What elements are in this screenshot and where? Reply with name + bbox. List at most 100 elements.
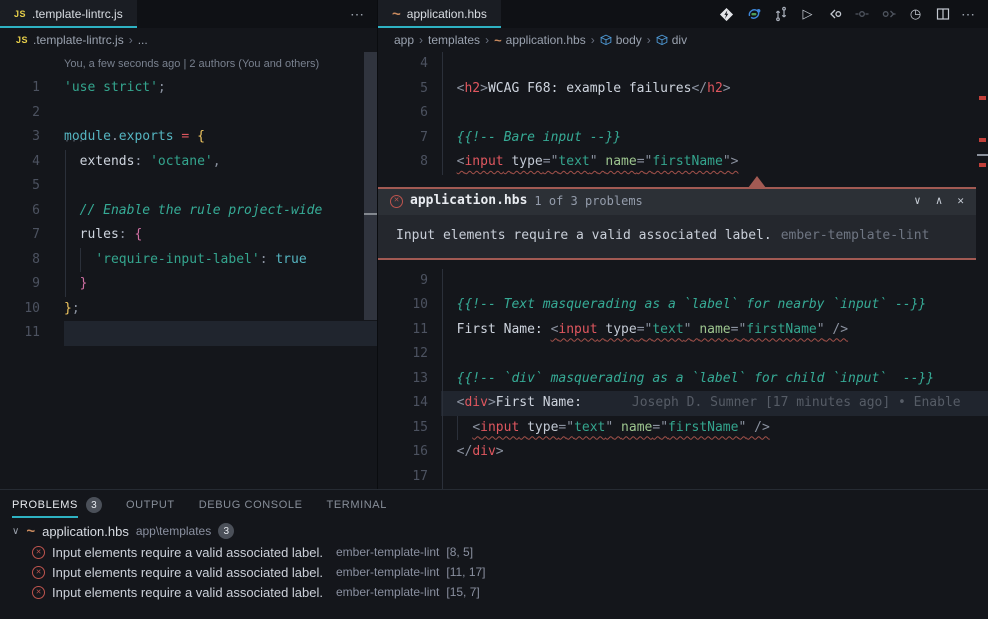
code-line-content xyxy=(428,465,441,490)
chevron-down-icon[interactable]: ∨ xyxy=(12,526,19,537)
breadcrumb-item-div[interactable]: div xyxy=(656,33,687,47)
next-diff-disabled-icon[interactable] xyxy=(880,6,897,23)
line-number: 14 xyxy=(378,391,428,416)
more-actions-icon[interactable]: ⋯ xyxy=(350,6,365,23)
peek-header: ✕ application.hbs 1 of 3 problems ∨ ∧ ✕ xyxy=(378,189,976,215)
code-line[interactable]: 4 extends: 'octane', xyxy=(0,150,377,175)
code-line[interactable]: 12 xyxy=(378,342,988,367)
problem-source: ember-template-lint xyxy=(336,585,439,599)
code-line[interactable]: 5 <h2>WCAG F68: example failures</h2> xyxy=(378,77,988,102)
previous-change-icon[interactable] xyxy=(826,6,843,23)
scrollbar-cursor-marker xyxy=(364,213,377,215)
line-number: 15 xyxy=(378,416,428,441)
code-line-content: }; xyxy=(40,297,80,322)
git-blame-annotation: Joseph D. Sumner [17 minutes ago] • Enab… xyxy=(632,395,961,410)
code-line-content: <div>First Name:Joseph D. Sumner [17 min… xyxy=(428,391,961,416)
code-line[interactable]: 8 <input type="text" name="firstName"> xyxy=(378,150,988,175)
problems-file-row[interactable]: ∨ ~ application.hbs app\templates 3 xyxy=(0,520,988,542)
indent-guide xyxy=(442,52,443,175)
breadcrumb-item-application-hbs[interactable]: ~application.hbs xyxy=(494,33,586,47)
breadcrumb-item-body[interactable]: body xyxy=(600,33,642,47)
git-sync-icon[interactable] xyxy=(772,6,789,23)
tab-bar-right: ~ application.hbs ▷ xyxy=(378,0,988,28)
code-line[interactable]: 17 xyxy=(378,465,988,490)
chevron-down-icon[interactable]: ∨ xyxy=(914,189,921,214)
code-line[interactable]: 6 xyxy=(378,101,988,126)
tab-title: .template-lintrc.js xyxy=(32,7,123,21)
line-number: 10 xyxy=(378,293,428,318)
breadcrumb-symbol[interactable]: ... xyxy=(138,33,148,47)
problem-row[interactable]: ✕Input elements require a valid associat… xyxy=(0,542,988,562)
panel-tab-output[interactable]: OUTPUT xyxy=(126,490,175,520)
editor-group-left: JS .template-lintrc.js ⋯ JS .template-li… xyxy=(0,0,377,489)
code-line[interactable]: 10}; xyxy=(0,297,377,322)
handlebars-icon: ~ xyxy=(392,7,401,22)
code-line[interactable]: 3module.exports = { xyxy=(0,125,377,150)
close-icon[interactable]: ✕ xyxy=(957,189,964,214)
line-number: 11 xyxy=(378,318,428,343)
code-line[interactable]: 1'use strict'; xyxy=(0,76,377,101)
line-number: 5 xyxy=(0,174,40,199)
problem-row[interactable]: ✕Input elements require a valid associat… xyxy=(0,562,988,582)
scrollbar[interactable] xyxy=(364,52,377,320)
code-line[interactable]: 13 {{!-- `div` masquerading as a `label`… xyxy=(378,367,988,392)
chevron-right-icon: › xyxy=(129,33,133,47)
chevron-up-icon[interactable]: ∧ xyxy=(936,189,943,214)
indent-guide xyxy=(457,416,458,441)
breadcrumb-file[interactable]: .template-lintrc.js xyxy=(33,33,124,47)
error-icon: ✕ xyxy=(390,195,403,208)
panel-tab-problems[interactable]: PROBLEMS3 xyxy=(12,490,102,520)
split-editor-icon[interactable] xyxy=(934,6,951,23)
problems-list: ✕ Input elements require a valid associat… xyxy=(0,542,988,602)
chevron-right-icon: › xyxy=(591,33,595,47)
fold-hint[interactable]: ··· xyxy=(64,138,85,146)
tab-application-hbs[interactable]: ~ application.hbs xyxy=(378,0,501,28)
code-line[interactable]: 6 // Enable the rule project-wide xyxy=(0,199,377,224)
ember-lightning-icon[interactable] xyxy=(718,6,735,23)
peek-problem-row[interactable]: Input elements require a valid associate… xyxy=(378,215,976,258)
code-line[interactable]: 8 'require-input-label': true xyxy=(0,248,377,273)
breadcrumb-item-app[interactable]: app xyxy=(394,33,414,47)
panel-tab-terminal[interactable]: TERMINAL xyxy=(327,490,387,520)
line-number: 8 xyxy=(0,248,40,273)
more-actions-icon[interactable]: ⋯ xyxy=(961,6,976,23)
run-icon[interactable]: ▷ xyxy=(799,6,816,23)
previous-diff-disabled-icon[interactable] xyxy=(853,6,870,23)
code-line[interactable]: 11 xyxy=(0,321,377,346)
panel-tab-label: PROBLEMS xyxy=(12,492,78,518)
problem-message: Input elements require a valid associate… xyxy=(52,565,323,580)
code-line[interactable]: 10 {{!-- Text masquerading as a `label` … xyxy=(378,293,988,318)
timeline-icon[interactable]: ◷ xyxy=(907,6,924,23)
code-line[interactable]: 7 rules: { xyxy=(0,223,377,248)
gitlens-compare-icon[interactable] xyxy=(745,6,762,23)
tab-bar-actions-left: ⋯ xyxy=(350,0,377,28)
code-line-content: // Enable the rule project-wide xyxy=(40,199,322,224)
panel-tab-debug-console[interactable]: DEBUG CONSOLE xyxy=(199,490,303,520)
code-line[interactable]: 5 xyxy=(0,174,377,199)
code-line[interactable]: 9 xyxy=(378,269,988,294)
problem-row[interactable]: ✕Input elements require a valid associat… xyxy=(0,582,988,602)
breadcrumb: JS .template-lintrc.js › ... xyxy=(0,28,377,52)
error-icon: ✕ xyxy=(32,546,45,559)
code-editor-right[interactable]: 45 <h2>WCAG F68: example failures</h2>67… xyxy=(378,52,988,489)
breadcrumb-label: application.hbs xyxy=(506,33,586,47)
tab-template-lintrc[interactable]: JS .template-lintrc.js xyxy=(0,0,137,28)
javascript-icon: JS xyxy=(16,35,28,45)
code-line[interactable]: 2 xyxy=(0,101,377,126)
code-line[interactable]: 4 xyxy=(378,52,988,77)
code-line-content xyxy=(428,101,441,126)
code-line[interactable]: 15 <input type="text" name="firstName" /… xyxy=(378,416,988,441)
line-number: 5 xyxy=(378,77,428,102)
code-line[interactable]: 7 {{!-- Bare input --}} xyxy=(378,126,988,151)
line-number: 1 xyxy=(0,76,40,101)
code-line[interactable]: 9 } xyxy=(0,272,377,297)
breadcrumb-label: div xyxy=(672,33,687,47)
codelens-annotation[interactable]: You, a few seconds ago | 2 authors (You … xyxy=(0,52,377,76)
handlebars-icon: ~ xyxy=(26,524,35,539)
code-line[interactable]: 11 First Name: <input type="text" name="… xyxy=(378,318,988,343)
code-line[interactable]: 16 </div> xyxy=(378,440,988,465)
breadcrumb-item-templates[interactable]: templates xyxy=(428,33,480,47)
code-line[interactable]: 14 <div>First Name:Joseph D. Sumner [17 … xyxy=(378,391,988,416)
code-editor-left[interactable]: You, a few seconds ago | 2 authors (You … xyxy=(0,52,377,489)
code-line-content: {{!-- `div` masquerading as a `label` fo… xyxy=(428,367,934,392)
